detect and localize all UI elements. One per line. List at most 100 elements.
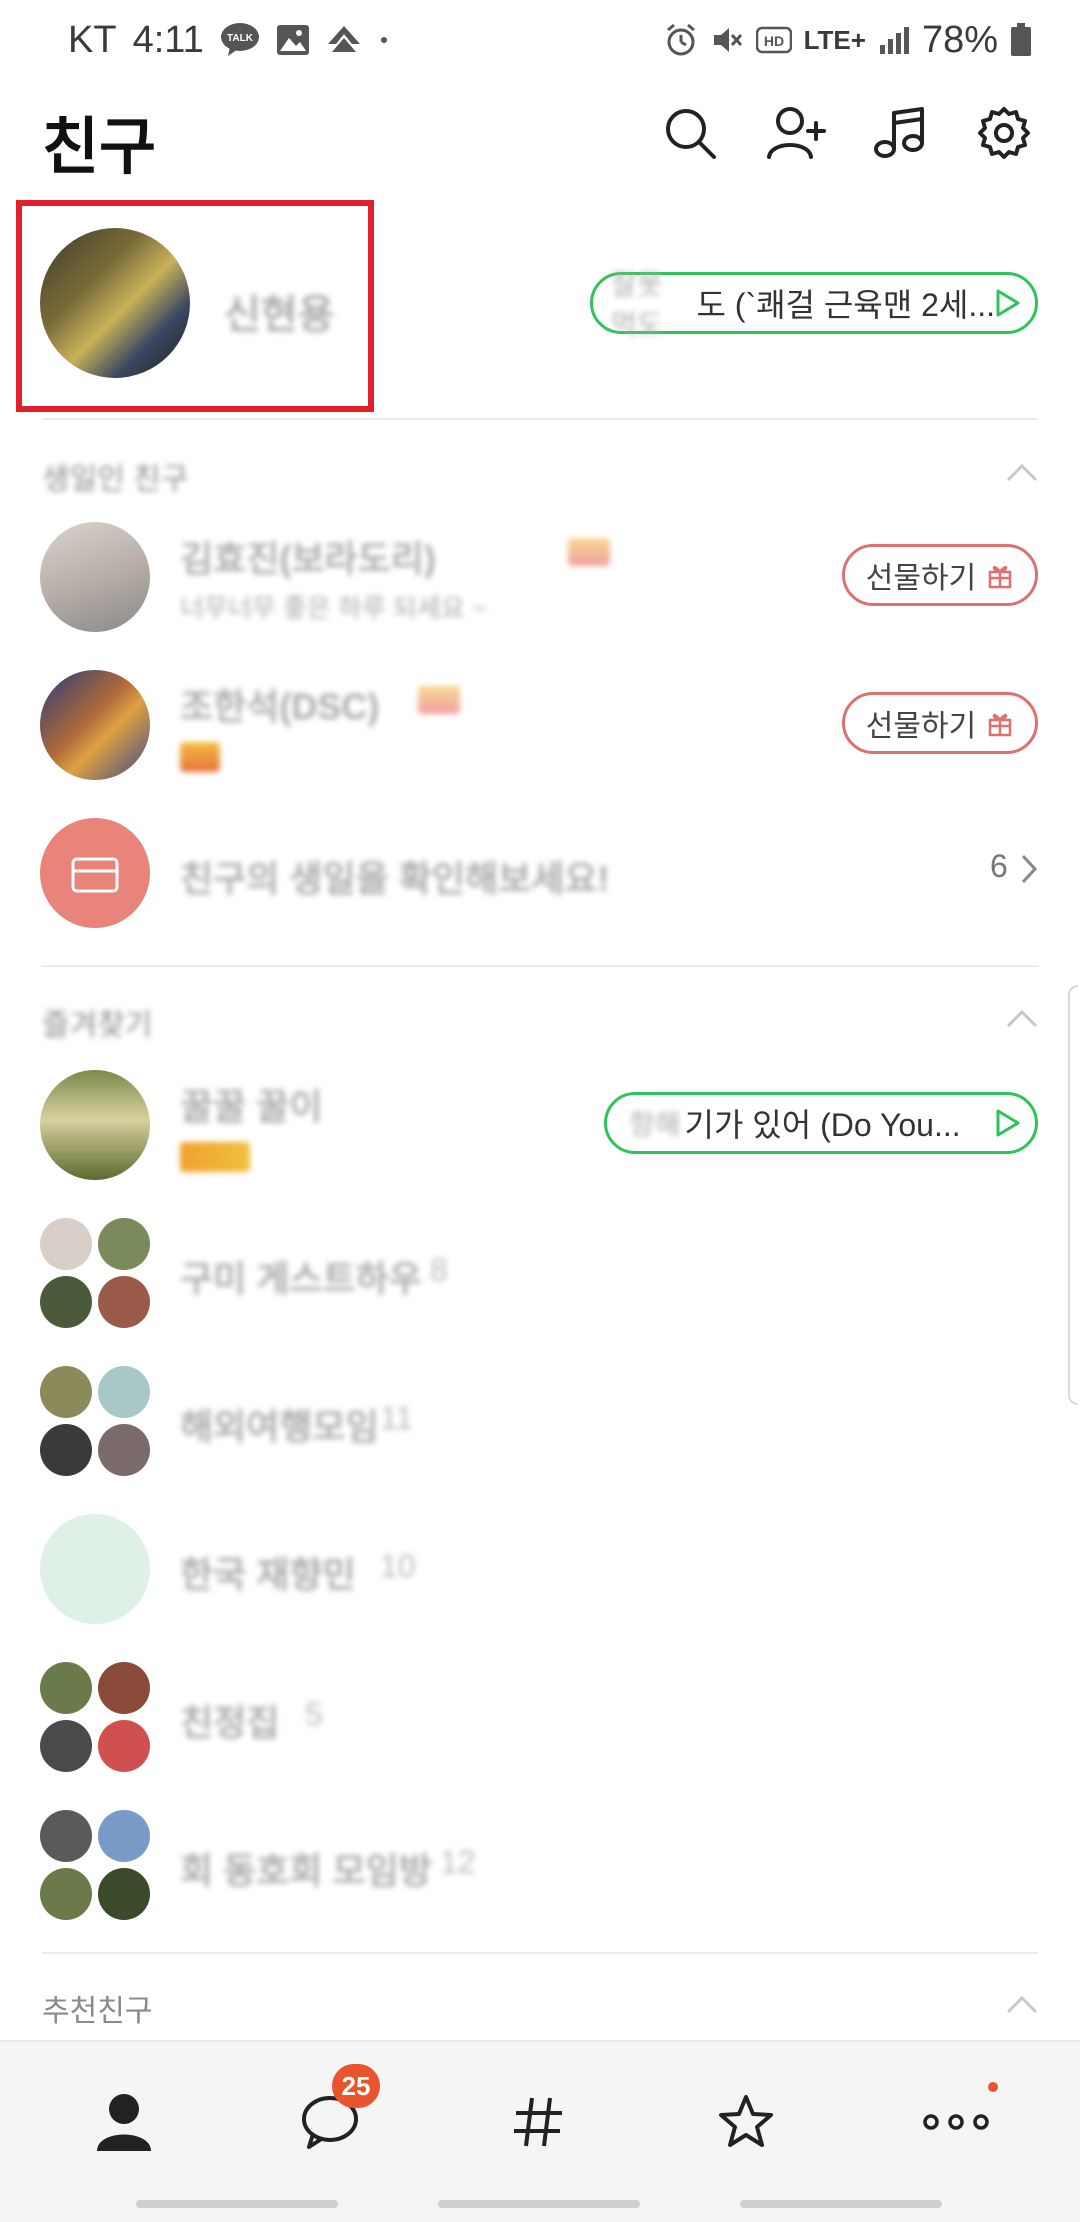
member-count: 8 [430, 1252, 448, 1288]
friend-status: 너무너무 좋은 하루 되세요 ~ [180, 593, 488, 623]
more-new-dot [988, 2082, 998, 2092]
my-profile-name[interactable]: 신현용 [224, 282, 334, 340]
time-label: 4:11 [132, 18, 204, 61]
more-notifications-dot [378, 34, 390, 46]
friend-avatar [40, 1070, 150, 1180]
status-bar-left: KT 4:11 TALK [68, 10, 390, 70]
favorites-section-label: 즐겨찾기 [42, 1009, 153, 1042]
play-icon [995, 1108, 1021, 1138]
hashtag-tab[interactable] [498, 2082, 578, 2162]
music-icon[interactable] [872, 105, 928, 161]
battery-percent: 78% [921, 18, 998, 61]
status-emoji-icon [180, 1142, 250, 1172]
my-music-prefix: 잘못 먹도 [611, 269, 663, 340]
talk-notification-icon: TALK [220, 22, 260, 58]
star-icon [719, 2095, 773, 2147]
friend-name: 꿀꿀 꿀이 [180, 1086, 323, 1127]
birthday-more-text: 친구의 생일을 확인해보세요! [180, 858, 610, 899]
chevron-up-icon[interactable] [1002, 454, 1042, 494]
member-count: 12 [440, 1844, 476, 1880]
friend-avatar [40, 670, 150, 780]
app-notification-icon [326, 24, 362, 56]
recommend-section-label: 추천친구 [42, 1995, 153, 2028]
svg-text:HD: HD [763, 33, 783, 49]
chat-name: 친정집 [180, 1702, 280, 1743]
my-profile-avatar[interactable] [40, 228, 190, 378]
search-icon[interactable] [662, 105, 718, 161]
group-avatar [40, 1662, 150, 1772]
more-icon [923, 2114, 989, 2130]
divider [42, 965, 1038, 967]
chevron-up-icon[interactable] [1002, 1986, 1042, 2026]
chat-unread-badge: 25 [332, 2064, 380, 2108]
member-count: 11 [380, 1400, 414, 1436]
member-count: 10 [380, 1548, 416, 1584]
signal-icon [878, 25, 910, 55]
friend-music-prefix: 항해 [629, 1109, 681, 1140]
gift-button[interactable]: 선물하기 [842, 692, 1038, 754]
page-title: 친구 [42, 113, 157, 182]
chat-name: 회 동호회 모임방 [180, 1850, 432, 1891]
system-nav-bar-left[interactable] [136, 2200, 338, 2208]
add-friend-icon[interactable] [766, 105, 826, 161]
birthday-cake-icon [568, 538, 610, 566]
gift-button-label: 선물하기 [865, 710, 977, 743]
list-item[interactable]: 친정집 5 [0, 1642, 1080, 1790]
battery-icon [1010, 23, 1032, 57]
friend-avatar [40, 1514, 150, 1624]
gift-icon [986, 561, 1014, 589]
shopping-tab[interactable] [706, 2082, 786, 2162]
divider [42, 418, 1038, 420]
my-profile-music-pill[interactable]: 잘못 먹도 도 (`쾌걸 근육맨 2세... [590, 269, 1038, 340]
chat-name: 구미 게스트하우 [180, 1258, 422, 1299]
chevron-up-icon[interactable] [1002, 1000, 1042, 1040]
chat-name: 해외여행모임 [180, 1406, 379, 1447]
list-item[interactable]: 구미 게스트하우 8 [0, 1198, 1080, 1346]
friend-name: 김효진(보라도리) [180, 538, 436, 579]
friend-avatar [40, 522, 150, 632]
birthday-more-row[interactable]: 친구의 생일을 확인해보세요! 6 [0, 798, 1080, 946]
chevron-right-icon [1018, 852, 1040, 891]
group-avatar [40, 1366, 150, 1476]
scrollbar[interactable] [1068, 985, 1078, 1405]
group-avatar [40, 1810, 150, 1920]
gift-button[interactable]: 선물하기 [842, 544, 1038, 606]
friend-music-title: 기가 있어 (Do You... [684, 1107, 961, 1143]
system-nav-bar-right[interactable] [740, 2200, 942, 2208]
hashtag-icon [514, 2097, 562, 2147]
list-item[interactable]: 회 동호회 모임방 12 [0, 1790, 1080, 1938]
status-bar-right: HD LTE+ 78% [664, 10, 1032, 70]
friends-icon [97, 2094, 151, 2151]
gift-button-label: 선물하기 [865, 562, 977, 595]
network-type-label: LTE+ [803, 24, 866, 55]
birthday-cake-icon [418, 686, 460, 714]
birthday-calendar-icon [40, 818, 150, 928]
alarm-icon [664, 23, 698, 57]
system-nav-bar-home[interactable] [438, 2200, 640, 2208]
settings-icon[interactable] [976, 105, 1032, 161]
friends-tab[interactable] [84, 2082, 164, 2162]
list-item[interactable]: 김효진(보라도리) 너무너무 좋은 하루 되세요 ~ 선물하기 [0, 502, 1080, 650]
list-item[interactable]: 한국 재향민 10 [0, 1494, 1080, 1642]
group-avatar [40, 1218, 150, 1328]
friend-music-pill[interactable]: 항해 기가 있어 (Do You... [604, 1092, 1038, 1154]
chat-name: 한국 재향민 [180, 1554, 356, 1595]
friend-name: 조한석(DSC) [180, 686, 380, 727]
birthday-section-label: 생일인 친구 [42, 463, 189, 496]
talk-label: TALK [227, 33, 254, 44]
my-music-title: 도 (`쾌걸 근육맨 2세... [696, 287, 995, 323]
bottom-navigation: 25 [0, 2040, 1080, 2222]
list-item[interactable]: 조한석(DSC) 선물하기 [0, 650, 1080, 798]
status-emoji-icon [180, 742, 220, 772]
member-count: 5 [305, 1696, 323, 1732]
list-item[interactable]: 꿀꿀 꿀이 항해 기가 있어 (Do You... [0, 1050, 1080, 1198]
play-icon [995, 288, 1021, 318]
gift-icon [986, 709, 1014, 737]
divider [42, 1952, 1038, 1954]
list-item[interactable]: 해외여행모임 11 [0, 1346, 1080, 1494]
carrier-label: KT [68, 18, 117, 61]
birthday-more-count: 6 [990, 848, 1008, 884]
more-tab[interactable] [916, 2082, 996, 2162]
gallery-notification-icon [276, 24, 310, 56]
mute-icon [710, 23, 744, 57]
